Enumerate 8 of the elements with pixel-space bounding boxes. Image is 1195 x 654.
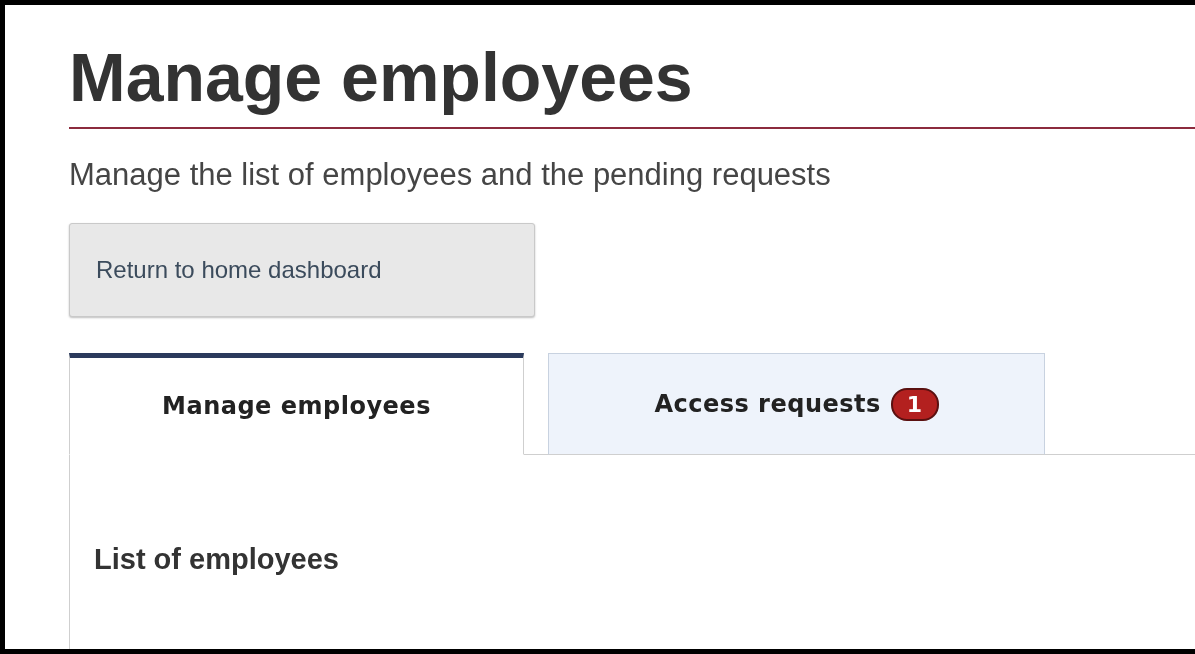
tab[interactable]: Access requests 1 <box>548 353 1045 456</box>
return-button[interactable]: Return to home dashboard <box>69 223 535 318</box>
page-description: Manage the list of employees and the pending requests <box>69 157 831 194</box>
tab[interactable]: Manage employees <box>69 353 524 456</box>
tab-label: Access requests <box>654 390 881 419</box>
count-badge: 1 <box>890 387 939 421</box>
page-title: Manage employees <box>69 38 694 117</box>
section-heading: List of employees <box>94 543 340 577</box>
